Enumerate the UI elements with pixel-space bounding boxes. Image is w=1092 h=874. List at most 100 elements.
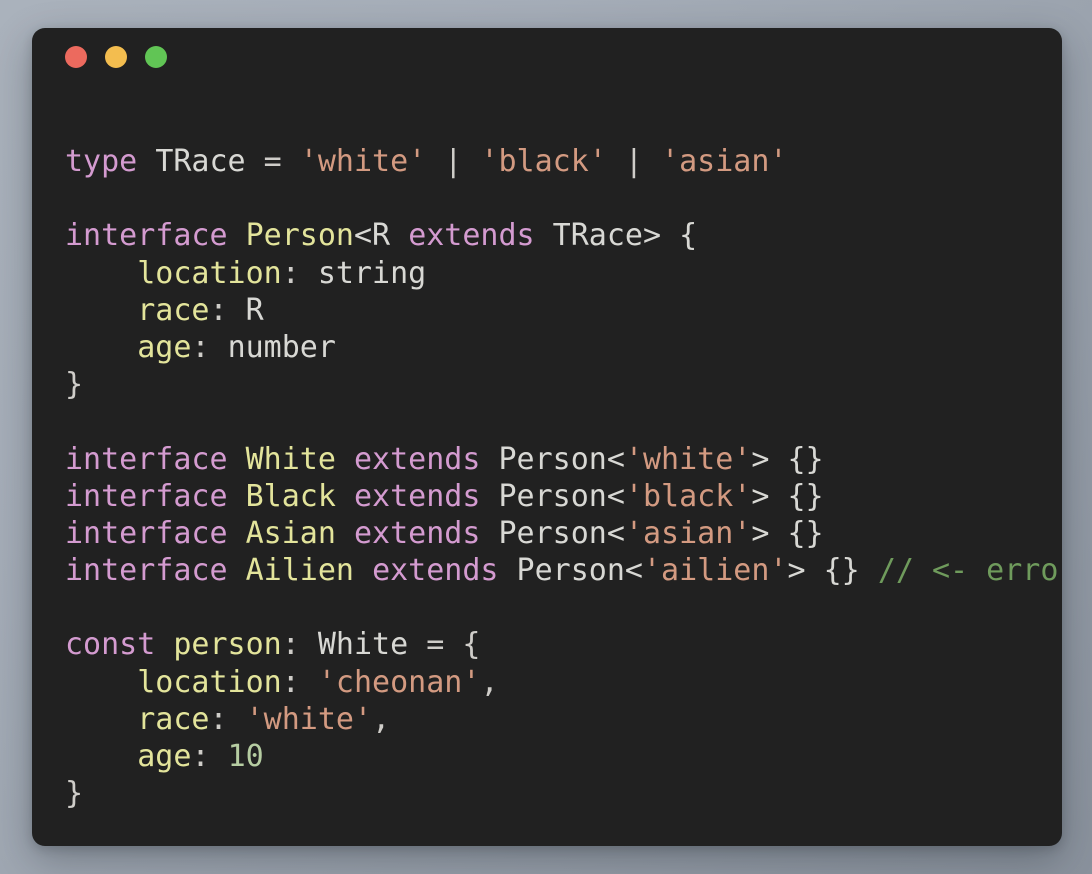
token-identifier: age xyxy=(137,329,192,365)
token-identifier: Person xyxy=(245,218,354,254)
code-line-9: interface White extends Person<'white'> … xyxy=(65,441,1062,478)
token-string: 'white' xyxy=(299,144,427,179)
token-identifier: White xyxy=(245,441,336,477)
token-keyword: interface xyxy=(65,515,228,551)
token-keyword: extends xyxy=(372,553,499,589)
token-punctuation: : xyxy=(281,255,318,291)
token-string: 'cheonan' xyxy=(317,664,481,700)
code-line-4: location: string xyxy=(65,255,1062,292)
token-keyword: extends xyxy=(354,441,481,477)
code-line-7: } xyxy=(65,366,1062,403)
token-type: > {} xyxy=(751,515,824,551)
token-keyword: type xyxy=(65,144,138,179)
token-type: TRace xyxy=(155,144,246,179)
token-punctuation: : xyxy=(191,329,228,365)
token-punctuation: , xyxy=(372,701,391,737)
token-punctuation: | xyxy=(606,144,662,179)
token-keyword: extends xyxy=(354,515,481,551)
token-keyword: interface xyxy=(65,478,228,514)
token-keyword: interface xyxy=(65,441,228,477)
screenshot-scene: type TRace = 'white' | 'black' | 'asian'… xyxy=(0,0,1092,874)
token-punctuation: , xyxy=(480,664,499,700)
code-line-3: interface Person<R extends TRace> { xyxy=(65,217,1062,254)
token-keyword: extends xyxy=(354,478,481,514)
code-block[interactable]: type TRace = 'white' | 'black' | 'asian'… xyxy=(65,143,1062,812)
token-string: 'ailien' xyxy=(643,553,788,589)
code-line-10: interface Black extends Person<'black'> … xyxy=(65,478,1062,515)
code-line-11: interface Asian extends Person<'asian'> … xyxy=(65,515,1062,552)
token-punctuation: | xyxy=(426,144,481,179)
code-line-12: interface Ailien extends Person<'ailien'… xyxy=(65,552,1062,589)
token-punctuation: : xyxy=(281,664,318,700)
token-string: 'asian' xyxy=(661,144,788,179)
token-type: Person< xyxy=(480,515,625,551)
token-identifier: race xyxy=(137,292,210,328)
token-type: > {} xyxy=(751,441,824,477)
minimize-button[interactable] xyxy=(105,46,127,68)
token-identifier: person xyxy=(173,627,282,663)
token-type: Person< xyxy=(480,478,625,514)
token-identifier: Ailien xyxy=(245,553,354,589)
token-type: number xyxy=(227,329,336,365)
token-identifier: Asian xyxy=(245,515,336,551)
code-editor-area[interactable]: type TRace = 'white' | 'black' | 'asian'… xyxy=(32,86,1062,846)
token-string: 'asian' xyxy=(624,515,752,551)
code-line-1: type TRace = 'white' | 'black' | 'asian' xyxy=(65,143,1062,180)
token-type: > {} xyxy=(787,553,878,589)
token-identifier: Black xyxy=(245,478,336,514)
token-punctuation: = { xyxy=(408,627,481,663)
token-type: > {} xyxy=(751,478,824,514)
close-button[interactable] xyxy=(65,46,87,68)
code-line-16: race: 'white', xyxy=(65,701,1062,738)
code-line-17: age: 10 xyxy=(65,738,1062,775)
token-punctuation: = xyxy=(245,144,300,179)
token-string: 'white' xyxy=(624,441,752,477)
token-punctuation: : xyxy=(209,292,246,328)
token-type: Person< xyxy=(498,553,643,589)
token-identifier: location xyxy=(137,255,282,291)
code-line-6: age: number xyxy=(65,329,1062,366)
code-line-15: location: 'cheonan', xyxy=(65,664,1062,701)
token-type: <R xyxy=(354,218,409,254)
window-titlebar xyxy=(32,28,1062,86)
token-identifier: location xyxy=(137,664,282,700)
token-identifier: race xyxy=(137,701,210,737)
token-comment: // <- error xyxy=(877,553,1062,589)
code-line-5: race: R xyxy=(65,292,1062,329)
token-string: 'white' xyxy=(245,701,373,737)
token-keyword: interface xyxy=(65,553,228,589)
token-string: 'black' xyxy=(480,144,607,179)
token-number: 10 xyxy=(227,739,264,774)
token-punctuation: : xyxy=(209,701,246,737)
code-line-14: const person: White = { xyxy=(65,626,1062,663)
token-type: Person< xyxy=(480,441,625,477)
token-punctuation: : xyxy=(281,627,318,663)
token-punctuation: : xyxy=(191,739,228,774)
code-line-18: } xyxy=(65,775,1062,812)
token-string: 'black' xyxy=(624,478,752,514)
maximize-button[interactable] xyxy=(145,46,167,68)
token-punctuation: } xyxy=(65,367,84,403)
token-keyword: const xyxy=(65,627,156,663)
token-punctuation: } xyxy=(65,776,84,812)
token-type: R xyxy=(245,292,264,328)
token-keyword: interface xyxy=(65,218,228,254)
